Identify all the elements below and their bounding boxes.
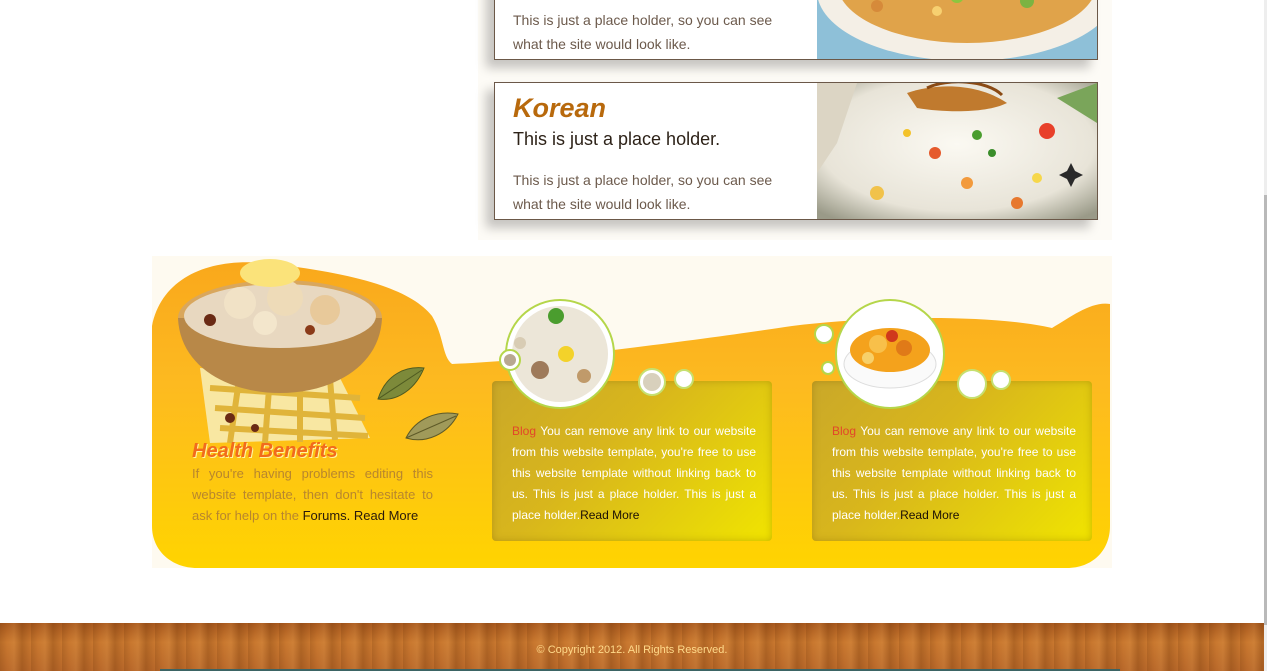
curry-bubble-photo: [814, 299, 1011, 409]
card-subtitle: This is just a place holder.: [513, 129, 721, 149]
cuisine-card: This is just a place holder, so you can …: [494, 0, 1098, 60]
bay-leaf-icon: [377, 367, 425, 400]
card-title: Korean: [513, 93, 607, 123]
footer: © Copyright 2012. All Rights Reserved.: [0, 623, 1264, 671]
rice-bubble-photo: [499, 299, 694, 409]
blog-tag-link[interactable]: Blog: [512, 424, 536, 438]
punctuation: .: [346, 508, 351, 523]
blog-text: Blog You can remove any link to our webs…: [832, 421, 1076, 526]
card-description: This is just a place holder, so you can …: [513, 12, 773, 52]
card-description: This is just a place holder, so you can …: [513, 172, 773, 212]
bay-leaf-icon: [405, 412, 459, 441]
health-benefits-title: Health Benefits: [192, 440, 338, 462]
bowl-illustration: [178, 259, 382, 444]
blog-tag-link[interactable]: Blog: [832, 424, 856, 438]
rice-dish-photo: [817, 0, 1097, 59]
blog-text: Blog You can remove any link to our webs…: [512, 421, 756, 526]
forums-link[interactable]: Forums: [303, 508, 347, 523]
cuisine-card-korean: Korean This is just a place holder. This…: [494, 82, 1098, 220]
read-more-link[interactable]: Read More: [900, 508, 959, 522]
read-more-link[interactable]: Read More: [354, 508, 418, 523]
copyright-text: © Copyright 2012. All Rights Reserved.: [536, 644, 728, 656]
read-more-link[interactable]: Read More: [580, 508, 639, 522]
fried-rice-photo: [817, 83, 1097, 219]
health-benefits-text: If you're having problems editing this w…: [192, 463, 433, 526]
